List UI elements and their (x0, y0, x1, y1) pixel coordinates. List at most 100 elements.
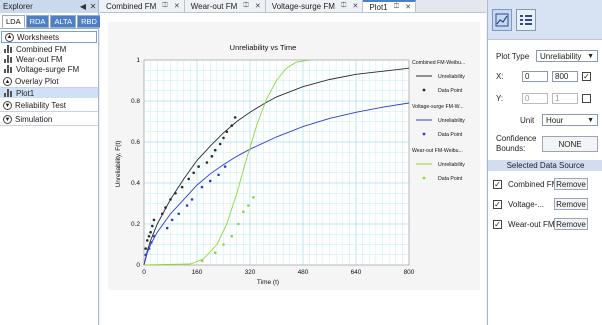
close-icon[interactable]: ✕ (405, 3, 411, 11)
bar-chart-icon (4, 55, 13, 63)
remove-source-button[interactable]: Remove (554, 178, 588, 190)
overlay-plot-label: Overlay Plot (15, 77, 59, 86)
worksheets-section[interactable]: ▲ Worksheets (1, 31, 97, 43)
overlay-item-plot1[interactable]: Plot1 (0, 88, 98, 98)
pin-icon[interactable]: ⎅ (394, 3, 400, 11)
data-point-combined (150, 224, 154, 228)
data-point-combined (192, 171, 195, 175)
y-tick-label: 0.8 (131, 98, 140, 105)
worksheet-item-combined[interactable]: Combined FM (0, 44, 98, 54)
unreliability-chart[interactable]: Unreliability vs Time Time (t) Unreliabi… (108, 22, 480, 290)
data-point-combined (144, 247, 147, 250)
data-point-wearout (222, 243, 225, 246)
tab-alta[interactable]: ALTA (50, 15, 77, 28)
worksheet-item-wearout[interactable]: Wear-out FM (0, 54, 98, 64)
data-point-combined (210, 155, 214, 158)
close-icon[interactable]: ✕ (174, 2, 180, 10)
legend-settings-button[interactable] (516, 8, 536, 31)
y-range-checkbox[interactable] (582, 94, 591, 103)
source-checkbox[interactable]: ✓ (493, 179, 502, 189)
expand-icon[interactable]: ▼ (3, 115, 12, 124)
simulation-section[interactable]: ▼ Simulation (0, 114, 98, 126)
remove-source-button[interactable]: Remove (554, 198, 588, 210)
tab-rda[interactable]: RDA (25, 15, 50, 28)
data-point-voltage (223, 165, 227, 168)
tab-combined-fm[interactable]: Combined FM ⎅ ✕ (100, 0, 185, 12)
remove-source-button[interactable]: Remove (554, 218, 588, 230)
selected-source-header: Selected Data Source (488, 160, 602, 171)
close-icon[interactable]: ✕ (255, 2, 261, 10)
chevron-down-icon: ▼ (587, 52, 594, 60)
panel-toolbar (488, 0, 602, 40)
source-name: Voltage-... (508, 199, 545, 209)
data-point-wearout (252, 196, 255, 199)
tab-plot1[interactable]: Plot1 ⎅ ✕ (363, 0, 417, 12)
expand-icon[interactable]: ▼ (3, 101, 12, 110)
confidence-label-line1: Confidence (496, 134, 537, 143)
confidence-label: Confidence Bounds: (496, 134, 542, 154)
source-name: Combined FM (508, 179, 559, 189)
y-tick-label: 0.4 (131, 180, 140, 187)
data-point-combined (160, 212, 164, 216)
source-checkbox[interactable]: ✓ (493, 199, 502, 209)
y-tick-label: 0.2 (131, 221, 140, 228)
pin-icon[interactable]: ⎅ (243, 2, 249, 10)
plot-type-select[interactable]: Unreliability ▼ (536, 50, 598, 62)
data-point-voltage (165, 226, 169, 230)
data-point-wearout (237, 222, 240, 226)
chevron-left-icon[interactable]: ◀ (78, 2, 88, 11)
check-icon: ✓ (494, 179, 501, 189)
worksheet-item-voltage[interactable]: Voltage-surge FM (0, 64, 98, 74)
data-point-combined (197, 165, 200, 168)
data-point-combined (180, 185, 184, 189)
source-checkbox[interactable]: ✓ (493, 219, 502, 229)
tab-label: Plot1 (369, 2, 388, 12)
data-point-voltage (149, 241, 153, 244)
pin-icon[interactable]: ⎅ (341, 2, 347, 10)
bar-chart-icon (4, 45, 13, 53)
explorer-title: Explorer (3, 2, 33, 11)
data-point-combined (169, 198, 172, 201)
y-min-input[interactable]: 0 (522, 93, 548, 104)
check-icon: ✓ (494, 199, 501, 209)
data-point-voltage (200, 185, 204, 189)
data-point-combined (146, 239, 149, 242)
pin-icon[interactable]: ⎅ (162, 2, 168, 10)
x-max-input[interactable]: 800 (552, 71, 578, 82)
data-point-combined (222, 136, 225, 140)
x-tick-label: 320 (245, 269, 256, 276)
x-min-input[interactable]: 0 (522, 71, 548, 82)
data-point-wearout (200, 259, 204, 263)
tab-label: Voltage-surge FM (271, 1, 335, 11)
y-max-input[interactable]: 1 (552, 93, 578, 104)
chart-settings-button[interactable] (492, 8, 512, 31)
legend-group-label: Voltage-surge FM-W... (412, 104, 464, 110)
data-point-combined (164, 206, 167, 209)
document-area: Combined FM ⎅ ✕ Wear-out FM ⎅ ✕ Voltage-… (100, 0, 486, 325)
tab-lda[interactable]: LDA (2, 15, 25, 28)
overlay-plot-section[interactable]: ▲ Overlay Plot (0, 76, 98, 88)
unit-value: Hour (546, 115, 564, 125)
tab-rbd[interactable]: RBD (77, 15, 101, 28)
tab-wear-out-fm[interactable]: Wear-out FM ⎅ ✕ (184, 0, 266, 12)
confidence-bounds-button[interactable]: NONE (542, 136, 598, 152)
close-icon[interactable]: ✕ (353, 2, 359, 10)
legend-point-swatch (422, 132, 426, 136)
collapse-icon[interactable]: ▲ (5, 32, 14, 42)
source-name: Wear-out FM (508, 219, 555, 229)
plot-settings-panel: Plot Type Unreliability ▼ X: 0 800 ✓ Y: … (487, 0, 602, 325)
collapse-icon[interactable]: ▲ (3, 77, 12, 86)
data-point-combined (225, 130, 229, 134)
x-range-checkbox[interactable]: ✓ (582, 72, 591, 81)
x-tick-label: 480 (298, 269, 309, 276)
unit-select[interactable]: Hour ▼ (542, 114, 598, 126)
legend-point-label: Data Point (438, 176, 463, 182)
tab-voltage-surge-fm[interactable]: Voltage-surge FM ⎅ ✕ (265, 0, 364, 12)
close-icon[interactable]: ✕ (88, 2, 98, 11)
plot-frame: Unreliability vs Time Time (t) Unreliabi… (108, 22, 480, 290)
explorer-titlebar: Explorer ◀ ✕ (0, 0, 98, 13)
data-point-voltage (177, 212, 181, 216)
y-label: Y: (496, 94, 504, 103)
reliability-test-section[interactable]: ▼ Reliability Test (0, 100, 98, 112)
x-tick-label: 640 (351, 269, 362, 276)
